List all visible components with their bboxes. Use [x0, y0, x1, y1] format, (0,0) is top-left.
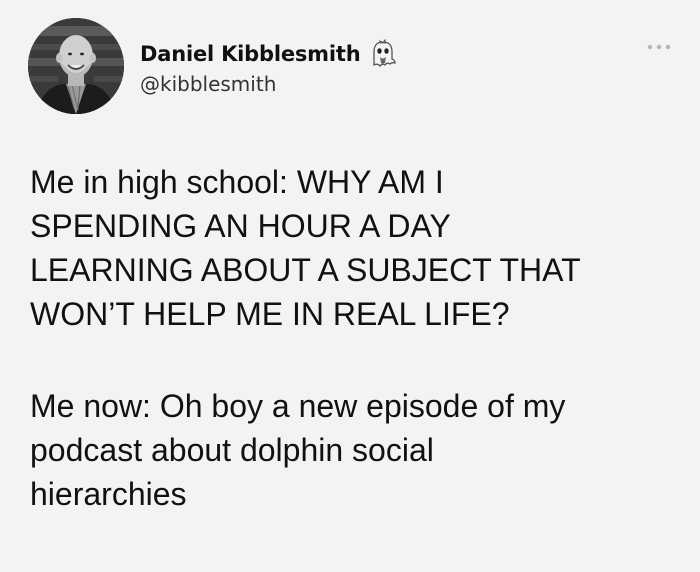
avatar-photo-icon: [28, 18, 124, 114]
author-name-row: Daniel Kibblesmith: [140, 38, 398, 70]
author-handle[interactable]: @kibblesmith: [140, 72, 276, 96]
tweet-line: podcast about dolphin social: [30, 432, 434, 468]
avatar[interactable]: [28, 18, 124, 114]
tweet-line: LEARNING ABOUT A SUBJECT THAT: [30, 252, 581, 288]
tweet-paragraph-1: Me in high school: WHY AM I SPENDING AN …: [30, 160, 680, 336]
tweet-line: SPENDING AN HOUR A DAY: [30, 208, 451, 244]
ghost-emoji-icon: [368, 38, 398, 69]
tweet-line: Me in high school: WHY AM I: [30, 164, 444, 200]
tweet-line: Me now: Oh boy a new episode of my: [30, 388, 566, 424]
tweet-card: Daniel Kibblesmith @kibblesmith Me in hi: [0, 0, 700, 572]
more-icon[interactable]: [644, 40, 674, 52]
tweet-line: WON’T HELP ME IN REAL LIFE?: [30, 296, 510, 332]
tweet-header: Daniel Kibblesmith @kibblesmith: [28, 18, 678, 118]
tweet-line: hierarchies: [30, 476, 187, 512]
author-display-name[interactable]: Daniel Kibblesmith: [140, 42, 361, 66]
tweet-paragraph-2: Me now: Oh boy a new episode of my podca…: [30, 384, 680, 516]
